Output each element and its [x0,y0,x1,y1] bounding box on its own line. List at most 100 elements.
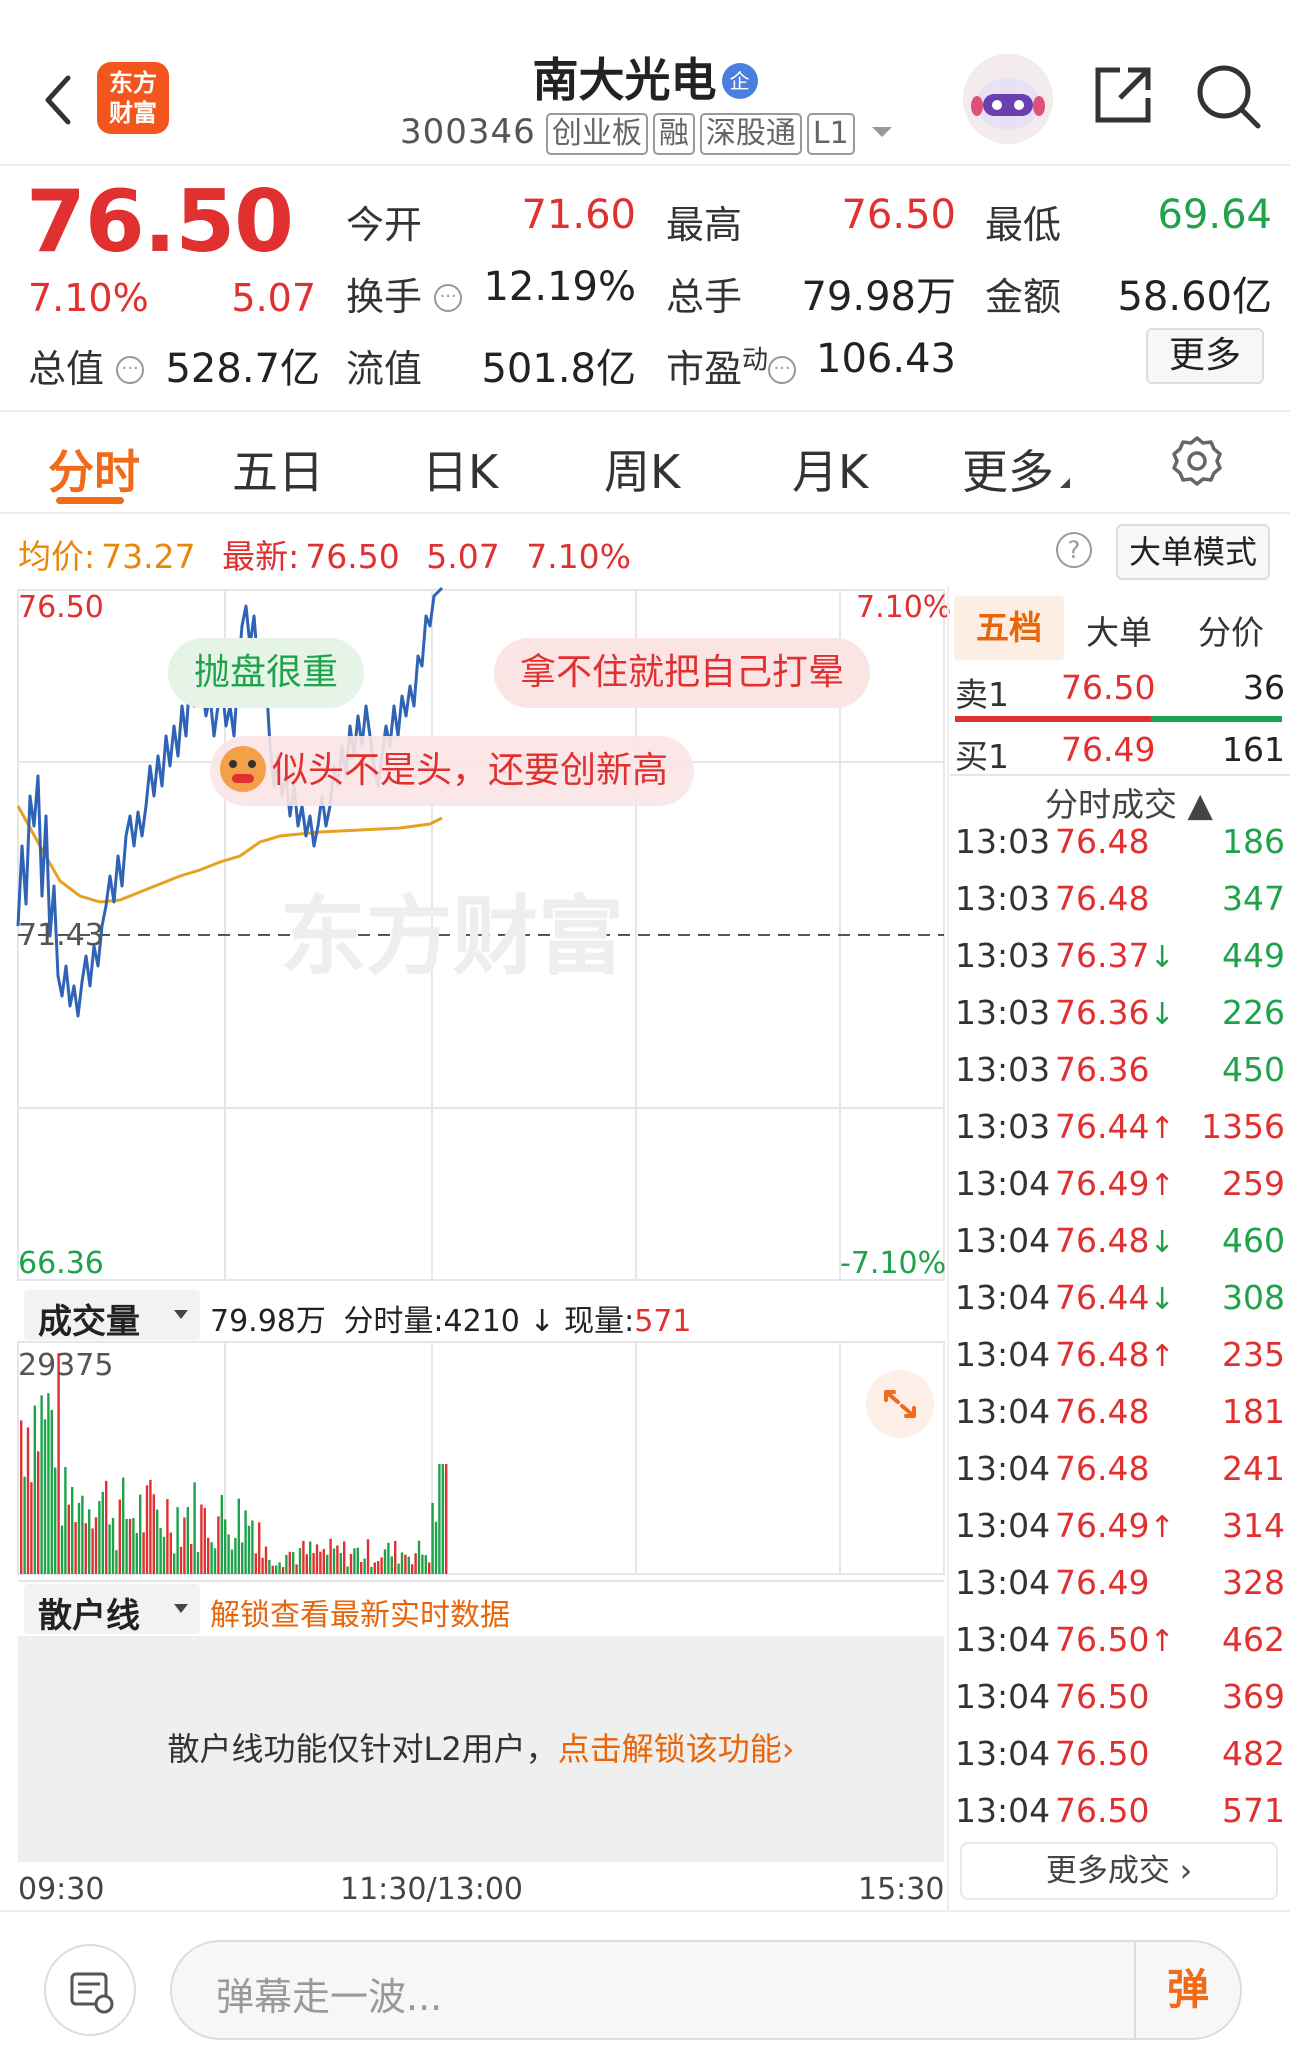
orderbook-tab-5level[interactable]: 五档 [954,596,1064,660]
volume-summary: 79.98万 分时量:4210 ↓ 现量:571 [210,1296,692,1340]
retail-note: 散户线功能仅针对L2用户， [167,1730,558,1768]
settings-button[interactable] [1170,434,1224,488]
assistant-avatar[interactable] [963,54,1053,144]
info-icon[interactable]: ··· [434,284,463,312]
volume-bar [353,1548,356,1574]
volume-bar [305,1554,308,1574]
expand-button[interactable] [866,1370,934,1438]
volume-chart[interactable] [0,1340,950,1580]
volume-bar [400,1552,404,1574]
trades-title[interactable]: 分时成交 ▲ [1045,778,1213,826]
retail-indicator-select[interactable]: 散户线 [24,1584,200,1636]
dropdown-icon[interactable] [871,127,892,137]
volume-bar [271,1565,274,1574]
volume-bar [230,1549,234,1574]
danmu-input[interactable]: 弹幕走一波... 弹 [170,1940,1242,2040]
volume-bar [190,1543,193,1574]
volume-bar [278,1562,281,1574]
info-icon[interactable]: ··· [116,356,145,384]
trade-price-value: 76.49 [1055,1563,1150,1602]
volume-bar [176,1507,179,1574]
share-button[interactable] [1090,62,1156,128]
danmu-send-button[interactable]: 弹 [1134,1942,1240,2038]
trade-time: 13:04 [955,1677,1051,1716]
divider [18,1580,944,1582]
tag-margin: 融 [652,113,695,155]
open-value: 71.60 [521,192,636,238]
volume-bar [241,1542,244,1574]
turnover-label: 换手 ··· [346,266,463,321]
latest-change: 5.07 [426,537,500,576]
help-button[interactable]: ? [1056,532,1092,568]
buy-row: 买1 76.49 161 [955,730,1285,780]
volume-bar [366,1539,370,1574]
trade-volume: 259 [1222,1164,1285,1203]
tab-more[interactable]: 更多 [962,436,1070,502]
amount-value: 58.60亿 [1117,274,1272,320]
volume-bar [298,1548,302,1574]
tab-5day[interactable]: 五日 [232,436,324,502]
volume-bar [23,1476,26,1574]
tab-daily-k[interactable]: 日K [422,436,498,502]
more-trades-button[interactable]: 更多成交 › [960,1842,1278,1900]
high-value: 76.50 [841,192,956,238]
tab-monthly-k[interactable]: 月K [792,436,868,502]
volume-bar [370,1566,373,1574]
comment-bubble[interactable]: 似头不是头，还要创新高 [210,736,695,806]
trade-time: 13:03 [955,993,1051,1032]
trade-volume: 241 [1222,1449,1285,1488]
last-price: 76.50 [26,172,294,272]
volume-bar [139,1494,142,1574]
volume-bar [64,1467,67,1574]
trade-volume: 462 [1222,1620,1285,1659]
sell-row: 卖1 76.50 36 [955,668,1285,718]
trade-price-value: 76.48 [1055,822,1150,861]
y-axis-max: 76.50 [18,590,104,625]
unlock-feature-link[interactable]: 点击解锁该功能› [558,1730,795,1768]
volume-total: 79.98万 [210,1304,326,1339]
volume-bar [81,1495,84,1574]
volume-bar [43,1419,47,1574]
tab-more-label: 更多 [962,445,1054,499]
trade-row: 13:04 76.48↑ 235 [955,1335,1285,1392]
volume-bar [227,1534,230,1574]
trade-price-value: 76.50 [1055,1791,1150,1830]
comment-bubble[interactable]: 抛盘很重 [168,638,365,708]
volume-bar [173,1553,176,1574]
trade-time: 13:04 [955,1563,1051,1602]
danmu-settings-icon [70,1972,114,2014]
volume-bar [407,1556,410,1574]
time-end: 15:30 [858,1872,945,1907]
volume-bar [288,1551,291,1574]
tab-weekly-k[interactable]: 周K [604,436,680,502]
volume-bar [441,1464,444,1574]
danmu-settings-button[interactable] [44,1944,136,2036]
big-order-mode-button[interactable]: 大单模式 [1116,524,1270,580]
trade-time: 13:04 [955,1392,1051,1431]
volume-bar [332,1548,336,1574]
volume-bar [91,1528,94,1574]
orderbook-tab-pricelevel[interactable]: 分价 [1198,606,1264,654]
volume-bar [213,1548,217,1574]
tab-intraday[interactable]: 分时 [48,436,140,502]
volume-bar [312,1553,315,1574]
trade-direction: ↓ [1149,1282,1175,1317]
trade-price: 76.50 [1055,1677,1149,1716]
volume-bar [251,1520,254,1574]
buy-price: 76.49 [1061,730,1156,769]
comment-bubble[interactable]: 拿不住就把自己打晕 [494,638,871,708]
volume-indicator-select[interactable]: 成交量 [24,1290,200,1342]
trade-price: 76.48 [1055,1449,1149,1488]
search-button[interactable] [1194,62,1264,132]
y-axis-min: 66.36 [18,1246,104,1281]
unlock-realtime-link[interactable]: 解锁查看最新实时数据 [210,1590,510,1634]
trade-time: 13:03 [955,1107,1051,1146]
trade-volume: 308 [1222,1278,1285,1317]
chart-watermark: 东方财富 [280,887,624,987]
orderbook-tab-bigorder[interactable]: 大单 [1086,606,1152,654]
trade-row: 13:03 76.48 347 [955,879,1285,936]
turnover-label-text: 换手 [346,275,423,319]
trade-price-value: 76.48 [1055,1392,1150,1431]
trade-row: 13:04 76.44↓ 308 [955,1278,1285,1335]
more-quote-button[interactable]: 更多 [1146,328,1264,384]
